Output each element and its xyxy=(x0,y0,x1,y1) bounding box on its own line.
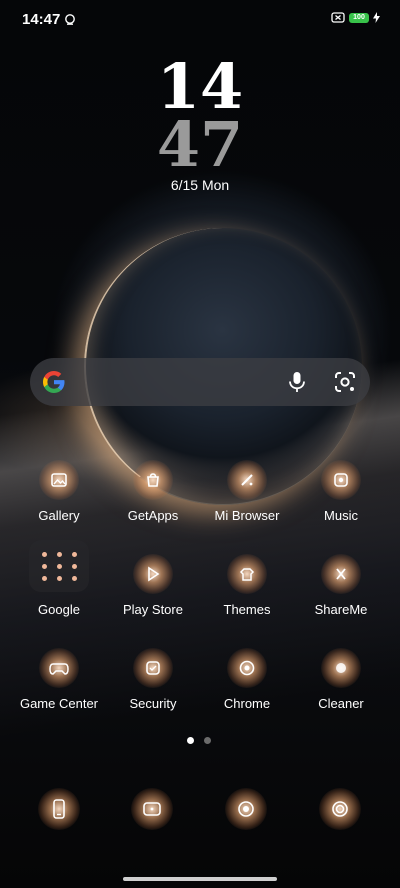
page-indicator-next[interactable] xyxy=(204,737,211,744)
app-getapps[interactable]: GetApps xyxy=(106,460,200,544)
app-game-center[interactable]: Game Center xyxy=(12,648,106,732)
home-screen: 14:47 100 14 47 6/15 Mon Gallery GetApps… xyxy=(0,0,400,888)
app-chrome[interactable]: Chrome xyxy=(200,648,294,732)
app-cleaner[interactable]: Cleaner xyxy=(294,648,388,732)
app-play-store[interactable]: Play Store xyxy=(106,554,200,638)
music-icon xyxy=(321,460,361,500)
cleaner-icon xyxy=(321,648,361,688)
themes-icon xyxy=(227,554,267,594)
status-right: 100 xyxy=(331,12,380,23)
getapps-icon xyxy=(133,460,173,500)
home-indicator[interactable] xyxy=(123,877,277,881)
page-indicator-current[interactable] xyxy=(187,737,194,744)
app-label: Play Store xyxy=(123,602,183,617)
dock-messages-icon[interactable] xyxy=(131,788,173,830)
app-music[interactable]: Music xyxy=(294,460,388,544)
app-mi-browser[interactable]: Mi Browser xyxy=(200,460,294,544)
mi-browser-icon xyxy=(227,460,267,500)
app-gallery[interactable]: Gallery xyxy=(12,460,106,544)
dock-phone-icon[interactable] xyxy=(38,788,80,830)
battery-icon: 100 xyxy=(349,12,369,23)
gallery-icon xyxy=(39,460,79,500)
no-sim-icon xyxy=(331,12,345,23)
app-label: Game Center xyxy=(19,696,99,711)
security-icon xyxy=(133,648,173,688)
clock-date[interactable]: 6/15 Mon xyxy=(0,177,400,193)
app-label: Themes xyxy=(223,602,271,617)
app-google-folder[interactable]: Google xyxy=(12,554,106,638)
alarm-icon xyxy=(65,14,75,25)
dock-browser-icon[interactable] xyxy=(225,788,267,830)
microphone-icon[interactable] xyxy=(286,370,308,394)
shareme-icon xyxy=(321,554,361,594)
game-center-icon xyxy=(39,648,79,688)
app-label: Security xyxy=(129,696,177,711)
app-label: ShareMe xyxy=(314,602,368,617)
app-label: GetApps xyxy=(127,508,179,523)
google-lens-icon[interactable] xyxy=(334,371,356,393)
app-label: Google xyxy=(38,602,80,617)
app-label: Music xyxy=(324,508,358,523)
app-label: Cleaner xyxy=(318,696,364,711)
play-store-icon xyxy=(133,554,173,594)
app-security[interactable]: Security xyxy=(106,648,200,732)
app-label: Chrome xyxy=(223,696,271,711)
chrome-icon xyxy=(227,648,267,688)
google-folder-icon xyxy=(39,554,79,594)
app-shareme[interactable]: ShareMe xyxy=(294,554,388,638)
dock-camera-icon[interactable] xyxy=(319,788,361,830)
clock-minute[interactable]: 47 xyxy=(0,110,400,180)
charging-icon xyxy=(373,12,380,23)
status-bar: 14:47 100 xyxy=(0,0,400,40)
app-label: Mi Browser xyxy=(214,508,280,523)
status-time: 14:47 xyxy=(22,11,61,28)
google-search-bar[interactable] xyxy=(30,358,370,406)
google-g-icon xyxy=(43,371,65,393)
app-themes[interactable]: Themes xyxy=(200,554,294,638)
app-label: Gallery xyxy=(38,508,80,523)
